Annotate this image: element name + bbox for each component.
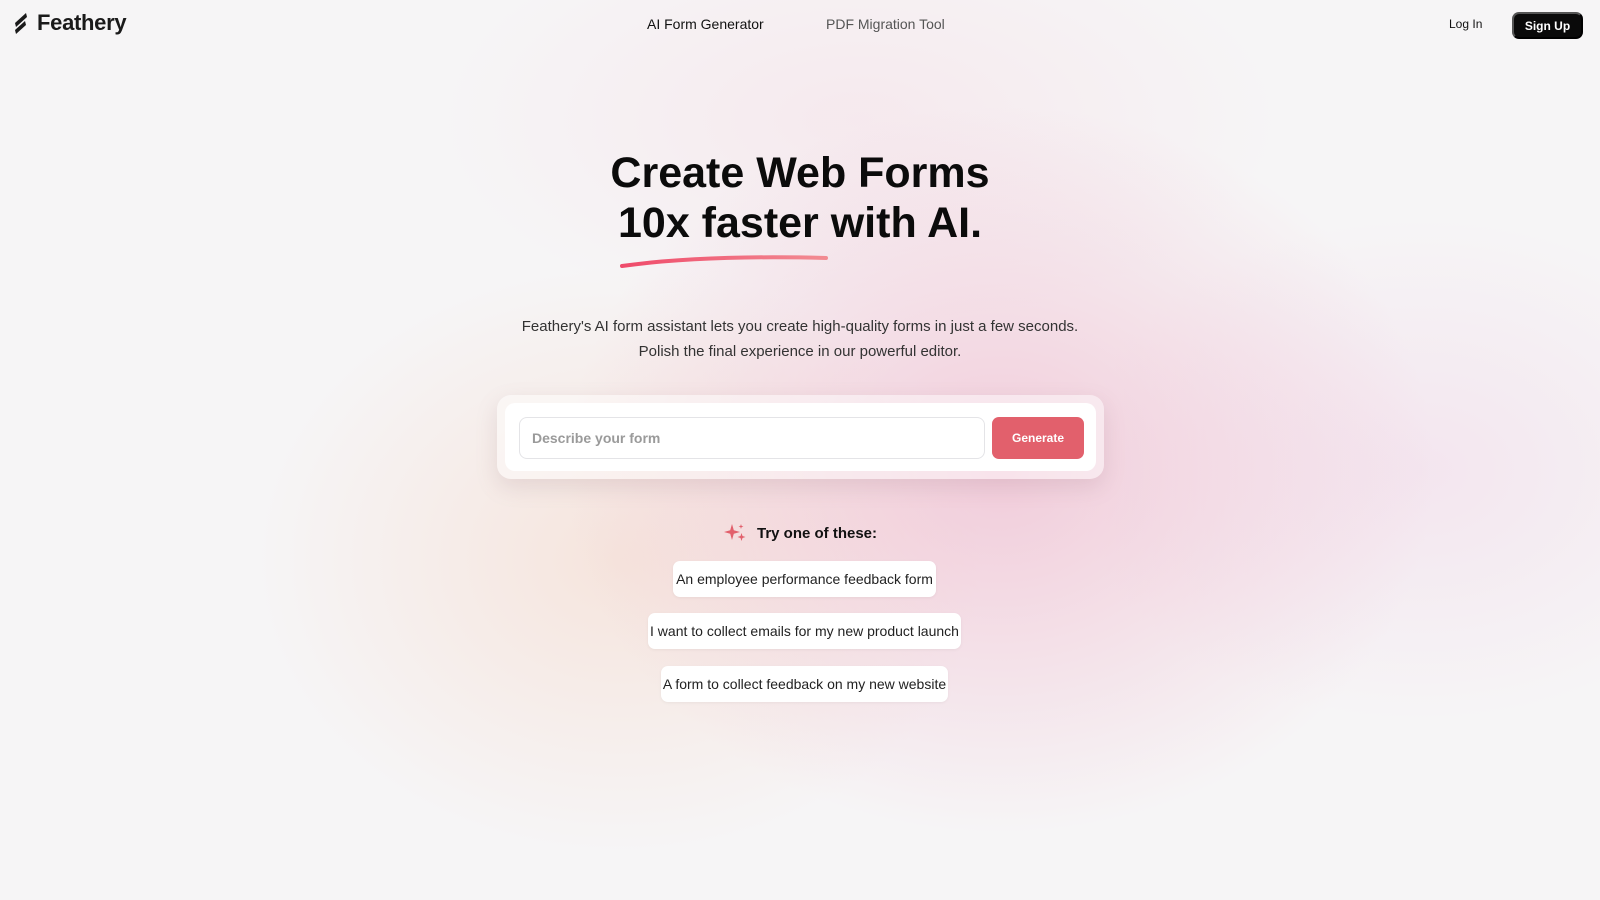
hero-title-line-1: Create Web Forms (610, 149, 990, 197)
form-prompt-card: Generate (497, 395, 1104, 479)
suggestion-chip-employee-feedback[interactable]: An employee performance feedback form (673, 561, 936, 597)
brand-logo[interactable]: Feathery (13, 10, 127, 36)
brand-name: Feathery (37, 10, 127, 35)
hero-subtitle-line-2: Polish the final experience in our power… (638, 343, 962, 360)
form-prompt-inner: Generate (505, 403, 1096, 471)
title-underline-stroke (620, 255, 828, 268)
suggestions-heading: Try one of these: (756, 524, 878, 542)
suggestion-chip-website-feedback[interactable]: A form to collect feedback on my new web… (661, 666, 948, 702)
hero-title-line-2: 10x faster with AI. (617, 199, 983, 247)
hero-title: Create Web Forms 10x faster with AI. (0, 148, 1600, 248)
generate-button[interactable]: Generate (992, 417, 1084, 459)
suggestions-heading-row: Try one of these: (0, 522, 1600, 544)
top-navigation: Feathery AI Form Generator PDF Migration… (0, 0, 1600, 50)
sparkles-icon (723, 524, 746, 541)
describe-form-input[interactable] (519, 417, 985, 459)
nav-ai-form-generator[interactable]: AI Form Generator (647, 16, 764, 32)
signup-button[interactable]: Sign Up (1512, 12, 1583, 39)
page-content: Feathery AI Form Generator PDF Migration… (0, 0, 1600, 900)
login-link[interactable]: Log In (1449, 17, 1482, 31)
suggestion-chip-collect-emails[interactable]: I want to collect emails for my new prod… (648, 613, 961, 649)
nav-pdf-migration-tool[interactable]: PDF Migration Tool (826, 16, 945, 32)
hero-subtitle-line-1: Feathery's AI form assistant lets you cr… (521, 318, 1079, 335)
hero-subtitle: Feathery's AI form assistant lets you cr… (0, 314, 1600, 364)
feather-logo-icon (15, 13, 27, 34)
